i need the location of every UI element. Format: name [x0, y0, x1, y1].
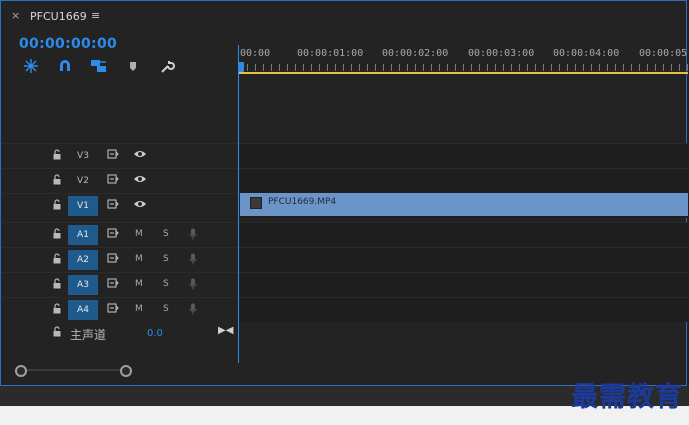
ruler-time-label: 00:00 — [240, 48, 271, 59]
fx-badge-icon — [250, 197, 262, 209]
track-lane[interactable] — [239, 144, 688, 168]
linked-selection-icon[interactable] — [89, 57, 109, 75]
microphone-icon[interactable] — [189, 253, 197, 265]
sync-lock-icon[interactable] — [107, 303, 119, 313]
track-lane[interactable] — [239, 248, 688, 272]
time-ruler[interactable] — [239, 64, 688, 71]
eye-icon[interactable] — [133, 174, 147, 184]
track-label[interactable]: A2 — [68, 250, 98, 270]
master-track-label: 主声道 — [70, 328, 107, 342]
mute-button[interactable]: M — [135, 229, 143, 239]
mute-button[interactable]: M — [135, 304, 143, 314]
add-marker-icon[interactable] — [123, 57, 143, 75]
track-label[interactable]: V2 — [68, 171, 98, 191]
track-lane[interactable] — [239, 273, 688, 297]
mute-button[interactable]: M — [135, 279, 143, 289]
solo-button[interactable]: S — [163, 279, 169, 289]
track-row-a3: A3 M S — [1, 272, 688, 297]
ruler-time-label: 00:00:01:00 — [297, 48, 364, 59]
video-clip[interactable]: PFCU1669.MP4 — [240, 193, 688, 216]
track-label[interactable]: V1 — [68, 196, 98, 216]
ruler-time-label: 00:00:05:0 — [639, 48, 689, 59]
lock-icon[interactable] — [53, 174, 61, 185]
watermark-text: 最需教育 — [571, 382, 683, 413]
track-row-a1: A1 M S — [1, 222, 688, 247]
ruler-time-label: 00:00:03:00 — [468, 48, 535, 59]
sync-lock-icon[interactable] — [107, 253, 119, 263]
lock-icon[interactable] — [53, 149, 61, 160]
track-label[interactable]: V3 — [68, 146, 98, 166]
scrollbar-right-handle[interactable] — [120, 365, 132, 377]
solo-button[interactable]: S — [163, 304, 169, 314]
ruler-time-label: 00:00:04:00 — [553, 48, 620, 59]
scrollbar-left-handle[interactable] — [15, 365, 27, 377]
track-lane[interactable] — [239, 298, 688, 322]
close-icon[interactable]: × — [11, 9, 20, 22]
track-label[interactable]: A4 — [68, 300, 98, 320]
go-to-in-out-icon[interactable]: ▶◀ — [218, 325, 233, 336]
eye-icon[interactable] — [133, 149, 147, 159]
microphone-icon[interactable] — [189, 278, 197, 290]
sync-lock-icon[interactable] — [107, 149, 119, 159]
ruler-time-label: 00:00:02:00 — [382, 48, 449, 59]
track-row-v3: V3 — [1, 143, 688, 168]
lock-icon[interactable] — [53, 228, 61, 239]
solo-button[interactable]: S — [163, 229, 169, 239]
lock-icon[interactable] — [53, 326, 61, 337]
playhead-timecode[interactable]: 00:00:00:00 — [19, 36, 117, 52]
snap-icon[interactable] — [21, 57, 41, 75]
header-timeline-divider — [238, 45, 239, 363]
work-area-bar[interactable] — [239, 72, 688, 74]
lock-icon[interactable] — [53, 199, 61, 210]
master-volume-value[interactable]: 0.0 — [147, 328, 163, 339]
track-row-a2: A2 M S — [1, 247, 688, 272]
lock-icon[interactable] — [53, 253, 61, 264]
clip-name: PFCU1669.MP4 — [268, 197, 337, 207]
sequence-panel: × PFCU1669 ≡ 00:00:00:00 00:00 00:00:01:… — [0, 0, 689, 386]
wrench-icon[interactable] — [157, 57, 177, 75]
sync-lock-icon[interactable] — [107, 228, 119, 238]
mute-button[interactable]: M — [135, 254, 143, 264]
sync-lock-icon[interactable] — [107, 278, 119, 288]
track-label[interactable]: A3 — [68, 275, 98, 295]
eye-icon[interactable] — [133, 199, 147, 209]
track-label[interactable]: A1 — [68, 225, 98, 245]
scrollbar-thumb[interactable] — [21, 369, 125, 371]
sync-lock-icon[interactable] — [107, 199, 119, 209]
microphone-icon[interactable] — [189, 228, 197, 240]
solo-button[interactable]: S — [163, 254, 169, 264]
panel-tab-bar: × PFCU1669 ≡ — [1, 1, 686, 31]
lock-icon[interactable] — [53, 303, 61, 314]
sync-lock-icon[interactable] — [107, 174, 119, 184]
master-track-row: 主声道 0.0 ▶◀ — [1, 321, 688, 347]
magnet-icon[interactable] — [55, 57, 75, 75]
track-row-v2: V2 — [1, 168, 688, 193]
sequence-tab-title[interactable]: PFCU1669 — [30, 10, 87, 23]
track-lane[interactable] — [239, 223, 688, 247]
track-lane[interactable] — [239, 169, 688, 193]
lock-icon[interactable] — [53, 278, 61, 289]
panel-menu-icon[interactable]: ≡ — [91, 9, 100, 22]
microphone-icon[interactable] — [189, 303, 197, 315]
track-row-a4: A4 M S — [1, 297, 688, 322]
